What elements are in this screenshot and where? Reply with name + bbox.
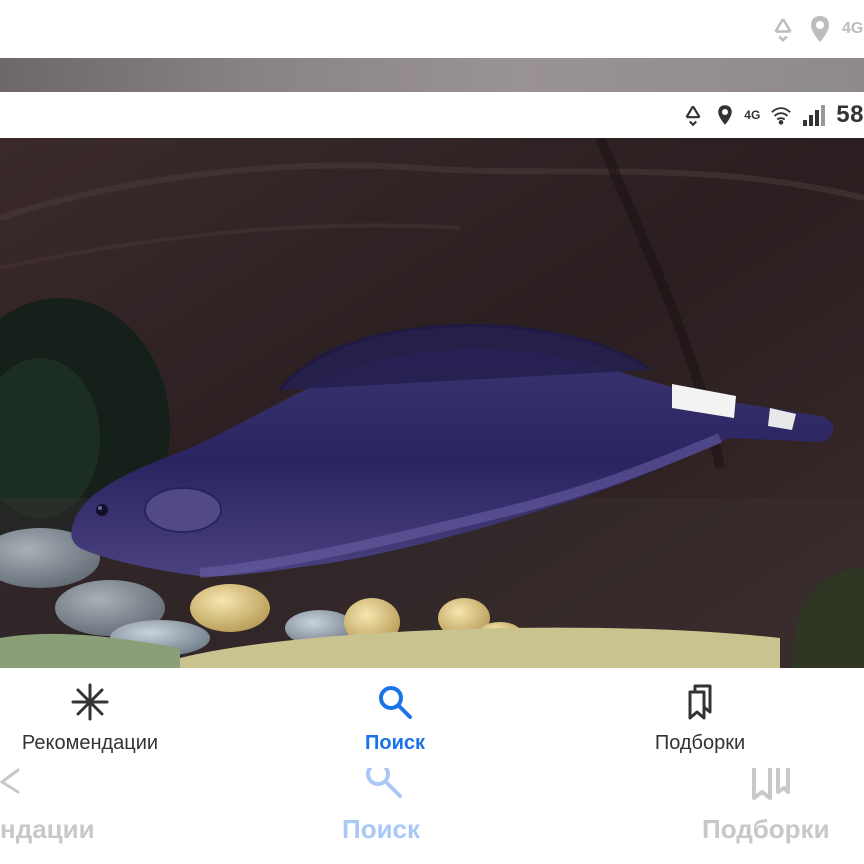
nav-item-label: Рекомендации — [21, 732, 159, 754]
status-bar: 4G 58 — [0, 92, 864, 138]
bookmarks-icon — [688, 684, 712, 720]
ghost-nav-label: ндации — [0, 814, 95, 844]
chevron-left-icon — [0, 768, 20, 794]
ghost-status-bar: 4G — [0, 0, 864, 58]
ghost-nav-label: Поиск — [342, 814, 421, 844]
bookmarks-icon — [752, 768, 790, 800]
ghost-overlay-band — [0, 58, 864, 92]
ghost-nav-label: Подборки — [702, 814, 830, 844]
wifi-icon — [771, 107, 792, 125]
search-icon — [366, 768, 402, 798]
nav-item-recommendations[interactable]: Рекомендации — [8, 682, 172, 755]
recycle-icon — [685, 105, 701, 127]
asterisk-icon — [71, 683, 109, 721]
ghost-bottom-navigation: ндации Поиск Подборки — [0, 768, 864, 864]
recycle-icon — [774, 18, 792, 43]
bottom-navigation: Рекомендации Поиск Подборки — [0, 668, 864, 768]
search-icon — [379, 686, 412, 719]
network-type-label: 4G — [842, 20, 864, 37]
nav-item-search[interactable]: Поиск — [345, 682, 445, 755]
network-type-label: 4G — [744, 108, 761, 122]
nav-item-label: Поиск — [364, 732, 426, 754]
nav-item-collections[interactable]: Подборки — [636, 682, 764, 755]
signal-icon — [803, 105, 826, 126]
fish-photo — [0, 138, 864, 668]
battery-percentage: 58 — [836, 101, 864, 128]
nav-item-label: Подборки — [654, 732, 746, 754]
location-icon — [718, 105, 733, 125]
location-icon — [811, 16, 829, 42]
